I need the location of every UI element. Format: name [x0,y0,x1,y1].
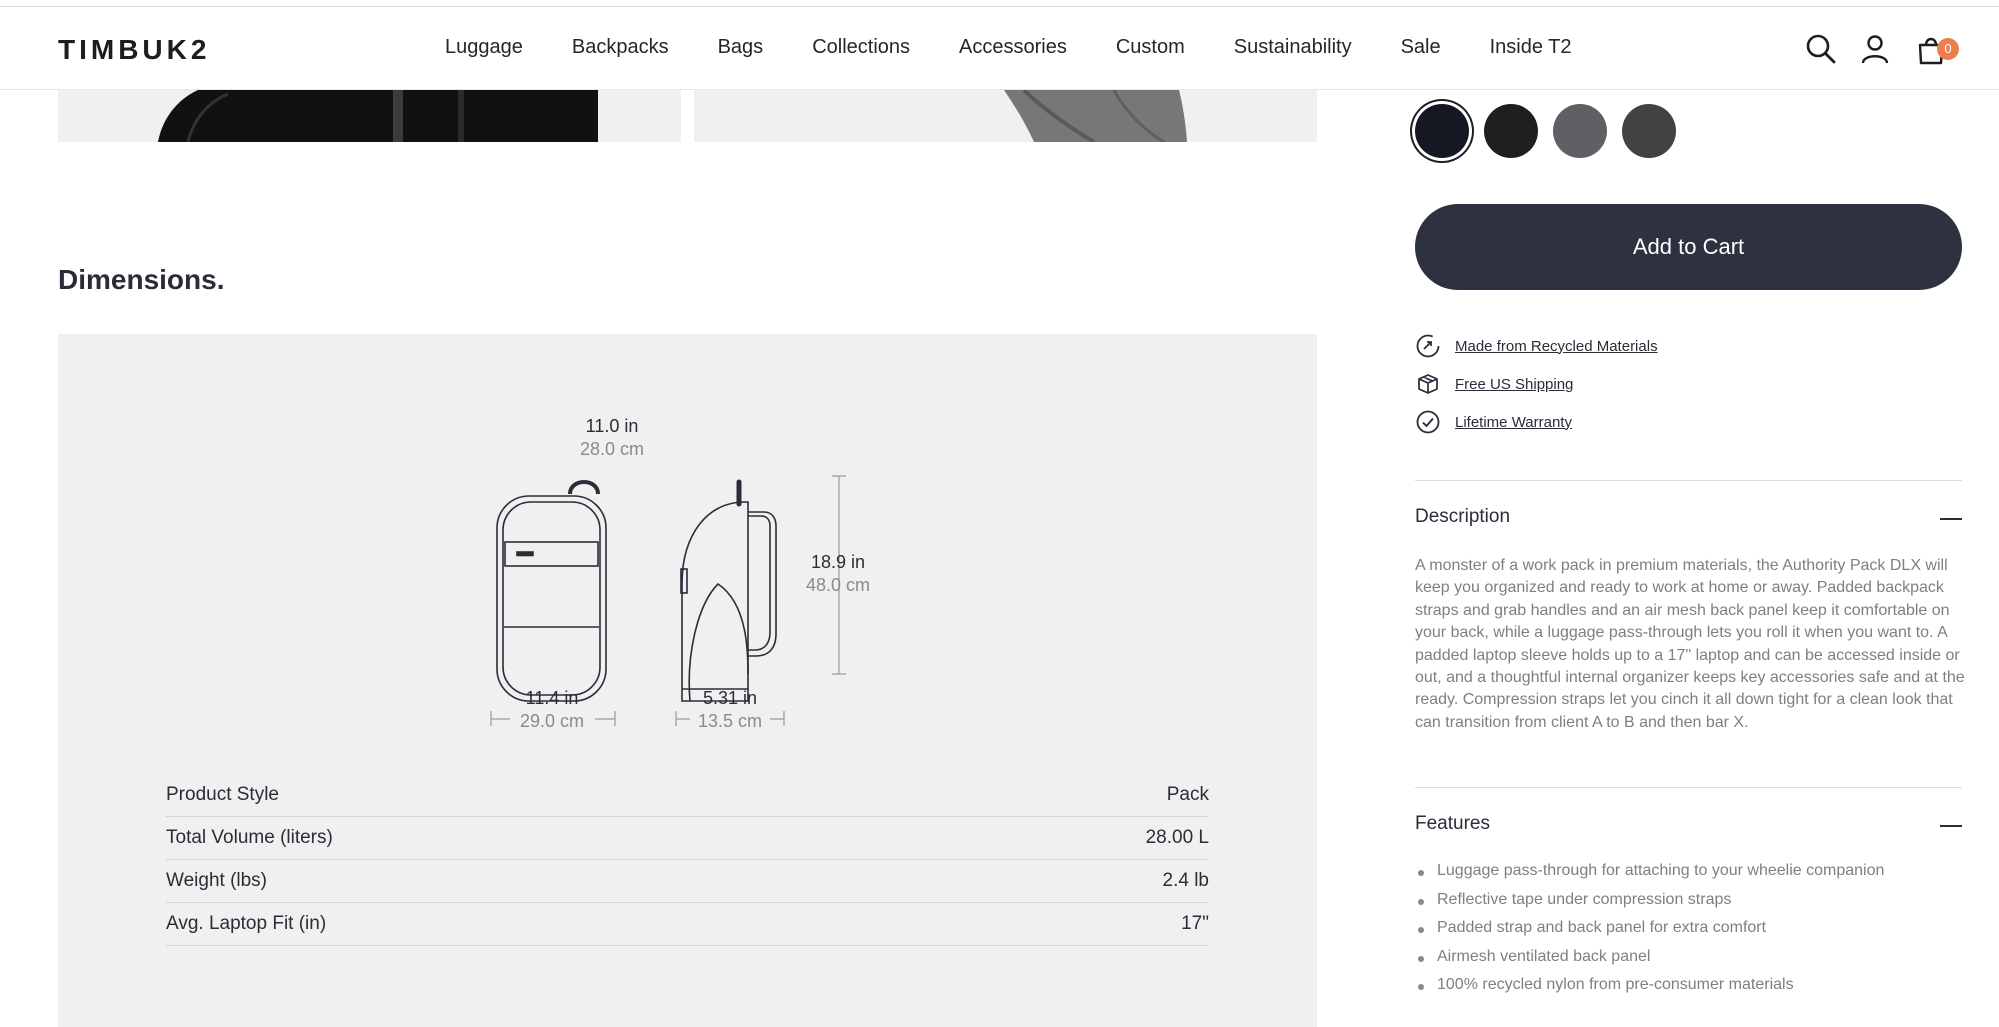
spec-label: Total Volume (liters) [166,827,333,848]
description-text: A monster of a work pack in premium mate… [1415,557,1965,731]
perk-warranty-link[interactable]: Lifetime Warranty [1455,414,1572,431]
divider [1415,787,1962,788]
nav-accessories[interactable]: Accessories [959,36,1067,59]
logo[interactable]: TIMBUK2 [58,34,210,66]
perk-shipping-link[interactable]: Free US Shipping [1455,376,1573,393]
nav-luggage[interactable]: Luggage [445,36,523,59]
spec-label: Product Style [166,784,279,805]
color-swatch-navy[interactable] [1415,104,1469,158]
description-title[interactable]: Description [1415,506,1510,528]
spec-value: 28.00 L [1145,827,1209,848]
perk-recycled-link[interactable]: Made from Recycled Materials [1455,338,1658,355]
account-icon[interactable] [1858,32,1892,66]
color-swatch-black[interactable] [1484,104,1538,158]
features-list: Luggage pass-through for attaching to yo… [1415,862,1975,1005]
perk-warranty: Lifetime Warranty [1415,409,1572,435]
spec-row: Weight (lbs) 2.4 lb [166,860,1209,903]
perk-shipping: Free US Shipping [1415,371,1573,397]
dimensions-title: Dimensions. [58,264,225,295]
nav-sustainability[interactable]: Sustainability [1234,36,1352,59]
add-to-cart-button[interactable]: Add to Cart [1415,204,1962,290]
divider [1415,480,1962,481]
nav-sale[interactable]: Sale [1401,36,1441,59]
gallery-image-1[interactable] [58,90,681,142]
spec-label: Weight (lbs) [166,870,268,891]
features-title[interactable]: Features [1415,813,1490,835]
color-swatch-gray[interactable] [1553,104,1607,158]
spec-row: Product Style Pack [166,774,1209,817]
spec-value: 17" [1181,913,1209,934]
spec-label: Avg. Laptop Fit (in) [166,913,327,934]
cart-count-badge: 0 [1937,38,1959,60]
spec-row: Total Volume (liters) 28.00 L [166,817,1209,860]
nav-bags[interactable]: Bags [718,36,764,59]
nav-custom[interactable]: Custom [1116,36,1185,59]
box-icon [1418,374,1438,394]
perk-recycled: Made from Recycled Materials [1415,333,1658,359]
collapse-icon[interactable] [1940,518,1962,520]
list-item: Airmesh ventilated back panel [1415,948,1975,977]
collapse-icon[interactable] [1940,825,1962,827]
dim-width: 11.4 in 29.0 cm [519,688,585,731]
dim-height: 18.9 in 48.0 cm [805,552,871,595]
nav-inside-t2[interactable]: Inside T2 [1490,36,1572,59]
spec-row: Avg. Laptop Fit (in) 17" [166,903,1209,946]
search-icon[interactable] [1804,32,1838,66]
recycle-icon [1416,334,1440,358]
nav-collections[interactable]: Collections [812,36,910,59]
list-item: Padded strap and back panel for extra co… [1415,919,1975,948]
dim-depth: 5.31 in 13.5 cm [697,688,763,731]
list-item: Luggage pass-through for attaching to yo… [1415,862,1975,891]
nav-backpacks[interactable]: Backpacks [572,36,669,59]
main-nav: Luggage Backpacks Bags Collections Acces… [445,36,1621,59]
site-header: TIMBUK2 Luggage Backpacks Bags Collectio… [0,8,1999,90]
spec-table: Product Style Pack Total Volume (liters)… [166,774,1209,946]
check-badge-icon [1416,410,1440,434]
list-item: Reflective tape under compression straps [1415,891,1975,920]
list-item: 100% recycled nylon from pre-consumer ma… [1415,976,1975,1005]
spec-value: 2.4 lb [1162,870,1209,891]
gallery-image-2[interactable] [694,90,1317,142]
top-rule [0,0,1999,7]
spec-value: Pack [1166,784,1209,805]
color-swatch-charcoal[interactable] [1622,104,1676,158]
dimensions-panel: 11.0 in 28.0 cm 18.9 in 48.0 cm 11.4 in … [58,334,1317,1027]
